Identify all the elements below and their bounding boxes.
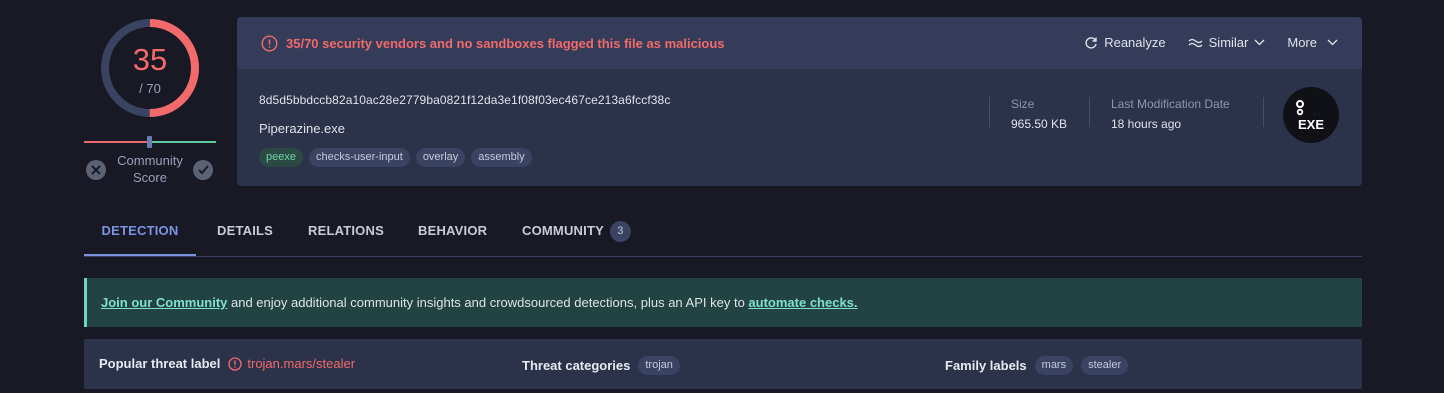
last-modification: Last Modification Date 18 hours ago xyxy=(1089,97,1230,131)
reanalyze-label: Reanalyze xyxy=(1104,35,1166,50)
community-score-label: Community Score xyxy=(117,153,183,185)
chevron-down-icon xyxy=(1254,39,1265,46)
vote-malicious-icon[interactable] xyxy=(86,160,106,180)
family-labels: Family labels mars stealer xyxy=(945,356,1129,375)
threat-summary: Popular threat label trojan.mars/stealer… xyxy=(84,339,1362,389)
detection-score-widget: 35 / 70 Community Score xyxy=(84,14,216,189)
similar-label: Similar xyxy=(1208,35,1249,50)
file-tags: peexe checks-user-input overlay assembly xyxy=(259,148,532,167)
size-label: Size xyxy=(1011,97,1035,111)
file-hash[interactable]: 8d5d5bbdccb82a10ac28e2779ba0821f12da3e1f… xyxy=(259,93,670,107)
tag-peexe[interactable]: peexe xyxy=(259,148,303,167)
refresh-icon xyxy=(1085,36,1097,49)
file-summary-card: 35/70 security vendors and no sandboxes … xyxy=(237,17,1362,186)
more-label: More xyxy=(1287,35,1317,50)
alert-text: 35/70 security vendors and no sandboxes … xyxy=(286,36,725,51)
divider xyxy=(1263,97,1264,127)
tag-checks-user-input[interactable]: checks-user-input xyxy=(308,148,410,167)
gears-icon xyxy=(1296,99,1323,115)
tab-relations[interactable]: RELATIONS xyxy=(308,212,384,256)
detection-alert: 35/70 security vendors and no sandboxes … xyxy=(261,35,725,52)
family-stealer[interactable]: stealer xyxy=(1081,356,1129,375)
community-score-marker xyxy=(147,136,152,148)
community-count-badge: 3 xyxy=(609,221,631,242)
popular-threat: Popular threat label trojan.mars/stealer xyxy=(99,356,355,371)
exe-file-type-icon: EXE xyxy=(1283,87,1339,143)
family-labels-label: Family labels xyxy=(945,358,1027,373)
join-community-link[interactable]: Join our Community xyxy=(101,295,227,310)
threat-categories: Threat categories trojan xyxy=(522,356,680,375)
alert-circle-icon xyxy=(228,356,243,371)
card-header: 35/70 security vendors and no sandboxes … xyxy=(237,17,1362,69)
score-total: / 70 xyxy=(139,81,161,96)
similar-button[interactable]: Similar xyxy=(1188,35,1266,50)
more-button[interactable]: More xyxy=(1287,35,1338,50)
community-score-bar xyxy=(84,136,216,148)
score-detected: 35 xyxy=(132,42,168,77)
popular-threat-label: Popular threat label xyxy=(99,356,221,371)
file-size: Size 965.50 KB xyxy=(989,97,1067,131)
tab-details[interactable]: DETAILS xyxy=(217,212,273,256)
popular-threat-value[interactable]: trojan.mars/stealer xyxy=(247,356,355,371)
chevron-down-icon xyxy=(1327,39,1338,46)
automate-checks-link[interactable]: automate checks. xyxy=(748,295,857,310)
tab-community[interactable]: COMMUNITY 3 xyxy=(522,212,631,256)
file-name: Piperazine.exe xyxy=(259,121,345,136)
size-value: 965.50 KB xyxy=(1011,117,1068,131)
similar-icon xyxy=(1188,38,1203,47)
tab-community-label: COMMUNITY xyxy=(522,223,604,238)
tag-overlay[interactable]: overlay xyxy=(415,148,466,167)
date-label: Last Modification Date xyxy=(1111,97,1230,111)
date-value: 18 hours ago xyxy=(1111,117,1182,131)
vote-harmless-icon[interactable] xyxy=(193,160,213,180)
category-trojan[interactable]: trojan xyxy=(638,356,680,375)
threat-categories-label: Threat categories xyxy=(522,358,631,373)
tab-behavior[interactable]: BEHAVIOR xyxy=(418,212,487,256)
tag-assembly[interactable]: assembly xyxy=(471,148,532,167)
banner-text: and enjoy additional community insights … xyxy=(227,295,749,310)
community-banner: Join our Community and enjoy additional … xyxy=(84,278,1362,327)
alert-circle-icon xyxy=(261,35,278,52)
exe-label: EXE xyxy=(1297,116,1324,132)
tab-detection[interactable]: DETECTION xyxy=(84,212,196,256)
reanalyze-button[interactable]: Reanalyze xyxy=(1084,35,1166,50)
tab-bar: DETECTION DETAILS RELATIONS BEHAVIOR COM… xyxy=(84,212,1362,257)
family-mars[interactable]: mars xyxy=(1034,356,1074,375)
